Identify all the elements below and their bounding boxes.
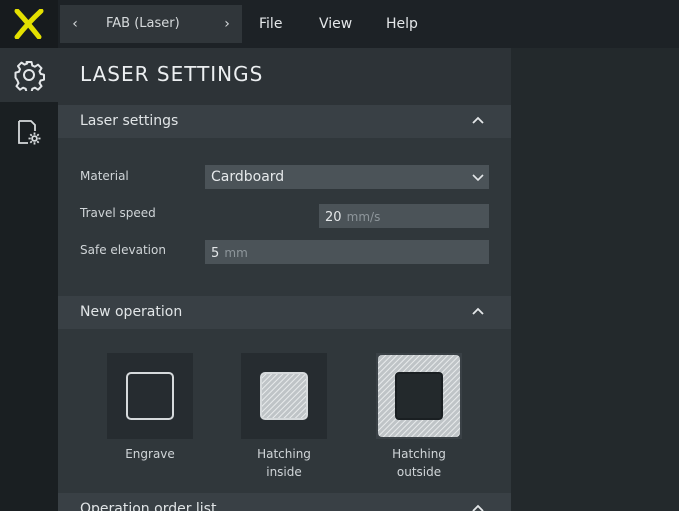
engrave-button[interactable] — [107, 353, 193, 439]
chevron-down-icon — [472, 174, 484, 182]
section-header-order-list[interactable]: Operation order list — [58, 493, 511, 511]
material-label: Material — [80, 169, 129, 183]
left-rail — [0, 48, 58, 511]
hatching-outside-label: Hatching outside — [392, 447, 446, 479]
logo-x-icon — [14, 9, 44, 39]
safe-elevation-label: Safe elevation — [80, 243, 166, 257]
settings-panel: LASER SETTINGS Laser settings Material C… — [58, 48, 511, 511]
travel-speed-unit: mm/s — [346, 210, 381, 224]
chevron-up-icon — [472, 116, 484, 124]
hatching-outside-icon — [378, 355, 460, 437]
gear-icon — [14, 61, 45, 91]
section-header-new-operation[interactable]: New operation — [58, 296, 511, 329]
menu-help[interactable]: Help — [386, 0, 418, 48]
rail-file-settings-button[interactable] — [0, 106, 58, 160]
hatching-inside-icon — [260, 372, 308, 420]
engrave-icon — [126, 372, 174, 420]
engrave-label: Engrave — [125, 447, 175, 461]
section-header-laser-settings[interactable]: Laser settings — [58, 105, 511, 138]
hatching-inside-label: Hatching inside — [257, 447, 311, 479]
material-select[interactable]: Cardboard — [205, 165, 489, 189]
menu-file[interactable]: File — [259, 0, 282, 48]
hatching-outside-button[interactable] — [376, 353, 462, 439]
travel-speed-value: 20 — [325, 210, 342, 225]
chevron-up-icon — [472, 307, 484, 315]
top-bar: ‹ FAB (Laser) › File View Help — [0, 0, 679, 48]
travel-speed-label: Travel speed — [80, 206, 156, 220]
breadcrumb: ‹ FAB (Laser) › — [60, 5, 242, 43]
workspace-area[interactable] — [511, 48, 679, 511]
hatching-inside-button[interactable] — [241, 353, 327, 439]
section-title-laser-settings: Laser settings — [80, 113, 179, 129]
breadcrumb-label[interactable]: FAB (Laser) — [106, 5, 180, 43]
chevron-right-icon[interactable]: › — [214, 5, 240, 43]
travel-speed-input[interactable]: 20 mm/s — [319, 204, 489, 228]
app-logo[interactable] — [0, 0, 58, 48]
safe-elevation-unit: mm — [224, 246, 248, 260]
safe-elevation-input[interactable]: 5 mm — [205, 240, 489, 264]
safe-elevation-value: 5 — [211, 246, 220, 261]
panel-title: LASER SETTINGS — [80, 62, 264, 86]
material-value: Cardboard — [211, 169, 285, 185]
menu-view[interactable]: View — [319, 0, 352, 48]
rail-settings-button[interactable] — [0, 48, 58, 102]
file-settings-icon — [18, 120, 41, 145]
chevron-up-icon — [472, 504, 484, 511]
section-title-order-list: Operation order list — [80, 501, 217, 511]
chevron-left-icon[interactable]: ‹ — [62, 5, 88, 43]
section-title-new-operation: New operation — [80, 304, 183, 320]
